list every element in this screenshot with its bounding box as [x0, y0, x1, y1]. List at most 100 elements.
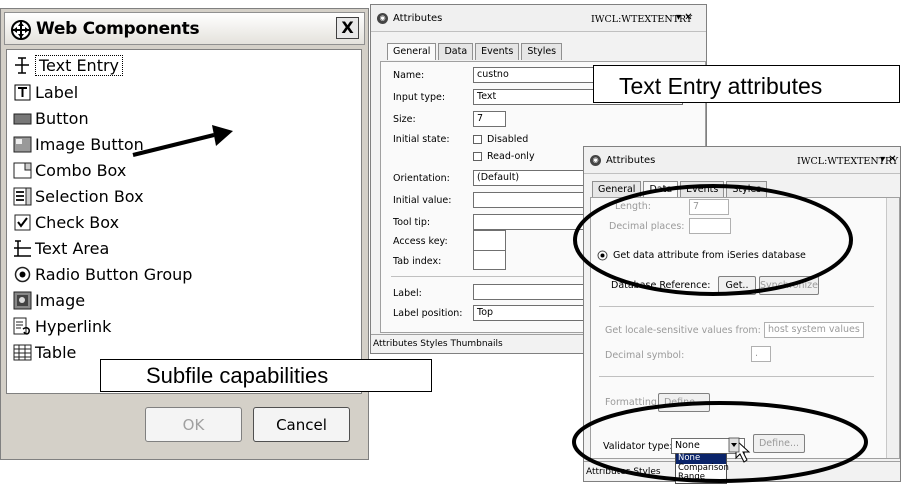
list-item-check-box[interactable]: Check Box — [13, 210, 119, 234]
tab-index-label: Tab index: — [393, 256, 442, 267]
ok-button[interactable]: OK — [145, 407, 242, 442]
text-area-icon — [14, 239, 31, 257]
dialog-title: Web Components — [36, 19, 200, 39]
length-label: Length: — [615, 201, 651, 212]
image-button-icon — [13, 136, 32, 152]
list-item-label-component[interactable]: Label — [13, 80, 78, 104]
list-item-label: Table — [35, 342, 77, 362]
disabled-checkbox[interactable]: Disabled — [473, 134, 528, 145]
validator-type-label: Validator type: — [603, 441, 673, 452]
list-item-label: Text Area — [35, 238, 110, 258]
decimal-symbol-field[interactable]: . — [751, 346, 771, 362]
list-item-label: Selection Box — [35, 186, 144, 206]
attributes-tabs: General Data Events Styles — [387, 43, 564, 60]
tab-styles[interactable]: Styles — [521, 43, 563, 60]
locale-label: Get locale-sensitive values from: — [605, 325, 761, 336]
list-item-button[interactable]: Button — [13, 106, 89, 130]
combo-box-icon — [13, 162, 32, 178]
list-item-image-button[interactable]: Image Button — [13, 132, 144, 156]
tab-events[interactable]: Events — [680, 181, 725, 198]
list-item-table[interactable]: Table — [13, 340, 76, 364]
validator-type-select[interactable]: None — [671, 438, 745, 454]
list-item-label: Image Button — [35, 134, 144, 154]
tab-general[interactable]: General — [387, 43, 437, 60]
attributes-title-bar: ◉ Attributes IWCL:WTEXTENTRY ▾ ✕ — [371, 5, 706, 32]
radio-button-group-icon — [14, 266, 31, 282]
attributes-title-bar: ◉ Attributes IWCL:WTEXTENTRY ▾ ✕ — [584, 147, 900, 174]
text-entry-icon — [15, 56, 29, 74]
separator — [599, 376, 874, 377]
database-reference-label: Database Reference: — [611, 280, 711, 291]
table-icon — [13, 344, 32, 360]
locale-select[interactable]: host system values — [764, 322, 864, 338]
cancel-button[interactable]: Cancel — [253, 407, 350, 442]
define-formatting-button[interactable]: Define... — [658, 393, 710, 412]
tab-data[interactable]: Data — [438, 43, 474, 60]
list-item-combo-box[interactable]: Combo Box — [13, 158, 126, 182]
synchronize-button[interactable]: Synchronize — [759, 276, 819, 295]
define-validator-button[interactable]: Define... — [753, 434, 805, 453]
separator — [599, 306, 874, 307]
hyperlink-icon — [13, 317, 30, 335]
list-item-hyperlink[interactable]: Hyperlink — [13, 314, 111, 338]
radio-selected-icon — [597, 250, 608, 261]
name-label: Name: — [393, 70, 425, 81]
attributes-title: Attributes — [393, 13, 443, 24]
orientation-label: Orientation: — [393, 173, 450, 184]
bottom-tabs[interactable]: Attributes Styles — [584, 461, 900, 481]
tab-data[interactable]: Data — [643, 181, 679, 198]
attributes-title: Attributes — [606, 155, 656, 166]
list-item-radio-button-group[interactable]: Radio Button Group — [13, 262, 192, 286]
decimal-places-field[interactable] — [689, 218, 731, 234]
radio-label: Get data attribute from iSeries database — [613, 250, 806, 261]
label-position-label: Label position: — [393, 308, 463, 319]
list-item-label: Combo Box — [35, 160, 127, 180]
text-entry-callout: Text Entry attributes — [593, 65, 900, 103]
tab-index-field[interactable] — [473, 250, 506, 270]
initial-state-label: Initial state: — [393, 134, 450, 145]
vertical-scrollbar[interactable] — [886, 198, 899, 458]
access-key-label: Access key: — [393, 236, 448, 247]
length-field[interactable]: 7 — [689, 199, 729, 215]
checkbox-box — [473, 152, 482, 161]
bottom-tab-attributes[interactable]: Attributes — [586, 467, 630, 477]
tab-styles[interactable]: Styles — [726, 181, 768, 198]
web-components-dialog: Web Components X Text Entry Label Button… — [0, 8, 369, 460]
attributes-tabs: General Data Events Styles — [592, 181, 769, 198]
panel-controls[interactable]: ▾ ✕ — [880, 154, 897, 165]
readonly-label: Read-only — [487, 151, 535, 162]
attributes-icon: ◉ — [377, 13, 388, 24]
label-label: Label: — [393, 288, 422, 299]
disabled-label: Disabled — [487, 134, 529, 145]
list-item-label: Image — [35, 290, 86, 310]
label-icon — [14, 84, 31, 100]
list-item-text-area[interactable]: Text Area — [13, 236, 109, 260]
bottom-tab-styles[interactable]: Styles — [633, 467, 660, 477]
close-button[interactable]: X — [336, 17, 359, 39]
attributes-icon: ◉ — [590, 155, 601, 166]
selection-box-icon — [13, 187, 32, 205]
panel-controls[interactable]: ▾ ✕ — [676, 12, 693, 23]
decimal-places-label: Decimal places: — [609, 221, 685, 232]
get-data-attribute-radio[interactable]: Get data attribute from iSeries database — [597, 250, 806, 261]
tab-events[interactable]: Events — [475, 43, 520, 60]
attributes-panel-data: ◉ Attributes IWCL:WTEXTENTRY ▾ ✕ General… — [583, 146, 901, 482]
dropdown-option-range[interactable]: Range — [676, 472, 726, 483]
subfile-callout: Subfile capabilities — [100, 359, 432, 392]
list-item-label: Radio Button Group — [35, 264, 193, 284]
list-item-label: Button — [35, 108, 89, 128]
decimal-symbol-label: Decimal symbol: — [605, 350, 685, 361]
tab-general[interactable]: General — [592, 181, 642, 198]
initial-value-label: Initial value: — [393, 195, 452, 206]
image-icon — [13, 291, 32, 309]
list-item-image[interactable]: Image — [13, 288, 85, 312]
access-key-field[interactable] — [473, 230, 506, 252]
button-icon — [13, 113, 32, 124]
readonly-checkbox[interactable]: Read-only — [473, 151, 535, 162]
size-label: Size: — [393, 114, 416, 125]
list-item-text-entry[interactable]: Text Entry — [13, 53, 124, 77]
get-button[interactable]: Get.. — [718, 276, 756, 295]
validator-type-dropdown: None Comparison Range — [675, 453, 729, 484]
size-field[interactable]: 7 — [473, 111, 506, 127]
list-item-selection-box[interactable]: Selection Box — [13, 184, 144, 208]
